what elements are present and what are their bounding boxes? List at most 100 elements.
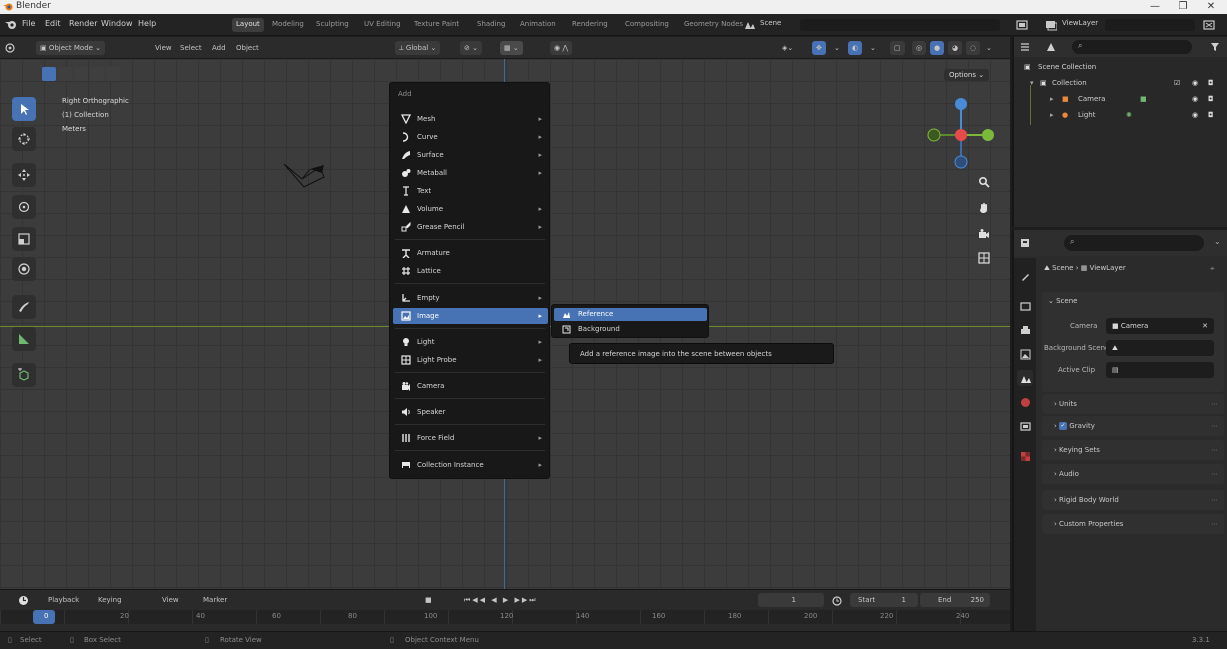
scene-panel-header[interactable]: ⌄ Scene: [1048, 297, 1077, 305]
timeline-menu-playback[interactable]: Playback: [48, 593, 79, 607]
outliner-row-scene-collection[interactable]: ▣ Scene Collection: [1014, 59, 1227, 75]
current-frame-field[interactable]: 1: [758, 593, 824, 607]
rotate-tool[interactable]: [12, 195, 36, 219]
timeline-ruler[interactable]: 0 20 40 60 80 100 120 140 160 180 200 220 240: [0, 610, 1010, 624]
add-menu-item-collection-instance[interactable]: Collection Instance ▸: [393, 457, 548, 473]
tab-output[interactable]: [1017, 322, 1033, 338]
tab-scene[interactable]: [1017, 370, 1033, 386]
add-menu-item-empty[interactable]: Empty ▸: [393, 290, 548, 306]
select-intersect-button[interactable]: [106, 67, 120, 81]
zoom-view-button[interactable]: [975, 173, 993, 191]
drag-handle-icon[interactable]: ⋯: [1211, 464, 1218, 484]
tab-view-layer[interactable]: [1017, 346, 1033, 362]
remove-view-layer-icon[interactable]: [1203, 19, 1215, 31]
blender-menu-icon[interactable]: [5, 19, 17, 31]
panel-custom-properties[interactable]: › Custom Properties ⋯: [1042, 514, 1224, 534]
annotate-tool[interactable]: [12, 295, 36, 319]
menu-edit[interactable]: Edit: [45, 19, 61, 28]
workspace-tab-modeling[interactable]: Modeling: [268, 18, 308, 32]
add-menu-item-light[interactable]: Light ▸: [393, 334, 548, 350]
overlays-dropdown[interactable]: ⌄: [870, 41, 876, 55]
viewport-menu-view[interactable]: View: [155, 41, 172, 55]
select-subtract-button[interactable]: [74, 67, 88, 81]
panel-gravity[interactable]: › ✓ Gravity ⋯: [1042, 416, 1224, 436]
workspace-tab-geometry-nodes[interactable]: Geometry Nodes: [680, 18, 747, 32]
start-frame-field[interactable]: Start 1: [850, 593, 918, 607]
snap-toggle[interactable]: ▦ ⌄: [500, 41, 523, 55]
add-cube-tool[interactable]: [12, 363, 36, 387]
select-box-tool[interactable]: [12, 97, 36, 121]
display-mode-icon[interactable]: [1046, 42, 1056, 52]
add-menu-item-mesh[interactable]: Mesh ▸: [393, 111, 548, 127]
outliner-search-input[interactable]: ⌕: [1072, 40, 1192, 54]
camera-render-icon[interactable]: ◘: [1208, 75, 1214, 91]
overlays-toggle[interactable]: ◐: [848, 41, 863, 55]
add-menu-item-metaball[interactable]: Metaball ▸: [393, 165, 548, 181]
active-clip-field[interactable]: ▤: [1106, 362, 1214, 378]
cursor-tool[interactable]: [12, 127, 36, 151]
camera-render-icon[interactable]: ◘: [1208, 107, 1214, 123]
outliner-row-light[interactable]: ▸ ● Light ✺ ◉ ◘: [1014, 107, 1227, 123]
tab-tool[interactable]: [1017, 268, 1033, 284]
tab-world[interactable]: [1017, 394, 1033, 410]
menu-help[interactable]: Help: [138, 19, 156, 28]
filter-icon[interactable]: [1210, 42, 1220, 52]
view-layer-browse-icon[interactable]: [1045, 19, 1057, 31]
move-tool[interactable]: [12, 163, 36, 187]
outliner-editor-type-icon[interactable]: [1020, 42, 1030, 52]
add-menu-item-image[interactable]: Image ▸: [393, 308, 548, 324]
xray-toggle[interactable]: ▢: [890, 41, 905, 55]
drag-handle-icon[interactable]: ⋯: [1211, 416, 1218, 436]
tab-collection[interactable]: [1017, 418, 1033, 434]
workspace-tab-layout[interactable]: Layout: [232, 18, 264, 32]
outliner-row-camera[interactable]: ▸ ■ Camera ■ ◉ ◘: [1014, 91, 1227, 107]
select-extend-button[interactable]: [58, 67, 72, 81]
panel-keying-sets[interactable]: › Keying Sets ⋯: [1042, 440, 1224, 460]
options-dropdown[interactable]: Options ⌄: [944, 69, 990, 81]
workspace-tab-texture-paint[interactable]: Texture Paint: [410, 18, 463, 32]
outliner-row-collection[interactable]: ▾ ▣ Collection ☑ ◉ ◘: [1014, 75, 1227, 91]
eye-icon[interactable]: ◉: [1192, 75, 1198, 91]
close-button[interactable]: ✕: [1196, 0, 1226, 14]
gizmo-toggle[interactable]: ✥: [812, 41, 826, 55]
light-data-icon[interactable]: ✺: [1126, 107, 1132, 123]
maximize-button[interactable]: ❐: [1168, 0, 1198, 14]
add-menu-item-text[interactable]: Text: [393, 183, 548, 199]
workspace-tab-sculpting[interactable]: Sculpting: [312, 18, 353, 32]
viewport-menu-object[interactable]: Object: [236, 41, 259, 55]
workspace-tab-uv-editing[interactable]: UV Editing: [360, 18, 405, 32]
camera-data-icon[interactable]: ■: [1140, 91, 1147, 107]
shading-material-button[interactable]: ◕: [948, 41, 963, 55]
add-menu-item-volume[interactable]: Volume ▸: [393, 201, 548, 217]
proportional-edit-toggle[interactable]: ◉ ⋀: [550, 41, 573, 55]
timeline-menu-view[interactable]: View: [162, 593, 179, 607]
toggle-perspective-button[interactable]: [975, 249, 993, 267]
camera-render-icon[interactable]: ◘: [1208, 91, 1214, 107]
panel-units[interactable]: › Units ⋯: [1042, 394, 1224, 414]
scene-name[interactable]: Scene: [760, 19, 781, 27]
select-new-button[interactable]: [42, 67, 56, 81]
drag-handle-icon[interactable]: ⋯: [1211, 514, 1218, 534]
exclude-checkbox-icon[interactable]: ☑: [1174, 75, 1180, 91]
shading-rendered-button[interactable]: ◌: [966, 41, 981, 55]
drag-handle-icon[interactable]: ⋯: [1211, 394, 1218, 414]
add-menu-item-curve[interactable]: Curve ▸: [393, 129, 548, 145]
measure-tool[interactable]: [12, 327, 36, 351]
timeline-menu-marker[interactable]: Marker: [203, 593, 227, 607]
minimize-button[interactable]: —: [1140, 0, 1170, 14]
shading-wireframe-button[interactable]: ◎: [912, 41, 927, 55]
end-frame-field[interactable]: End 250: [920, 593, 990, 607]
add-menu-item-speaker[interactable]: Speaker: [393, 404, 548, 420]
object-mode-dropdown[interactable]: ▣ Object Mode ⌄: [36, 41, 106, 55]
transform-orientation-dropdown[interactable]: ⟂ Global ⌄: [395, 41, 441, 55]
add-menu-item-armature[interactable]: Armature: [393, 245, 548, 261]
drag-handle-icon[interactable]: ⋯: [1211, 440, 1218, 460]
shading-dropdown[interactable]: ⌄: [986, 41, 992, 55]
workspace-tab-animation[interactable]: Animation: [516, 18, 560, 32]
panel-rigid-body-world[interactable]: › Rigid Body World ⋯: [1042, 490, 1224, 510]
viewport-menu-add[interactable]: Add: [212, 41, 226, 55]
gizmo-dropdown[interactable]: ⌄: [834, 41, 840, 55]
gravity-checkbox[interactable]: ✓: [1059, 422, 1068, 430]
camera-object-icon[interactable]: [282, 159, 328, 191]
scene-selector-field[interactable]: [800, 19, 1000, 31]
